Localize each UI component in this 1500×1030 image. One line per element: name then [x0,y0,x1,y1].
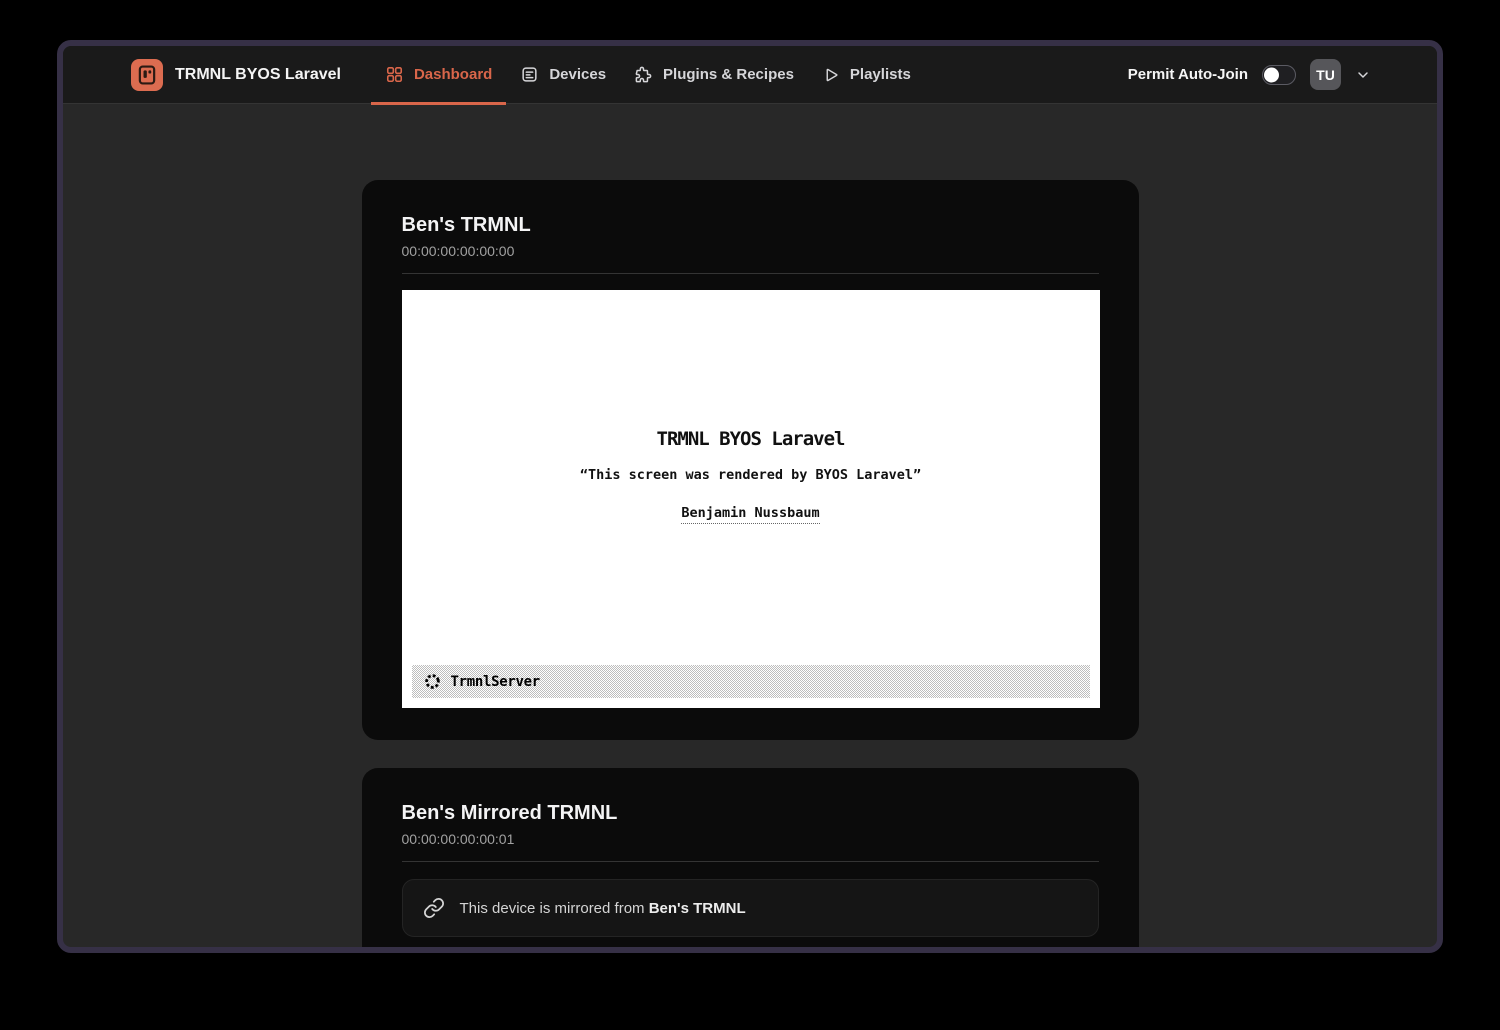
permit-auto-join-label: Permit Auto-Join [1128,66,1248,83]
screen-status-bar: TrmnlServer [412,665,1090,698]
mirror-text: This device is mirrored from Ben's TRMNL [460,900,746,917]
mirror-source-device: Ben's TRMNL [649,900,746,917]
tab-label: Playlists [850,66,911,83]
tab-dashboard[interactable]: Dashboard [371,46,506,104]
tab-plugins-recipes[interactable]: Plugins & Recipes [620,46,808,104]
main-content: Ben's TRMNL 00:00:00:00:00:00 TRMNL BYOS… [63,104,1437,947]
device-mac-address: 00:00:00:00:00:01 [402,831,1099,847]
tab-playlists[interactable]: Playlists [808,46,925,104]
eink-screen-preview: TRMNL BYOS Laravel “This screen was rend… [402,290,1100,708]
app-window: TRMNL BYOS Laravel Dashboard [57,40,1443,953]
screen-author: Benjamin Nussbaum [681,505,819,524]
device-name: Ben's Mirrored TRMNL [402,802,1099,825]
mirror-info-panel: This device is mirrored from Ben's TRMNL [402,879,1099,937]
device-mac-address: 00:00:00:00:00:00 [402,243,1099,259]
permit-auto-join-toggle[interactable] [1262,65,1296,85]
divider [402,273,1099,274]
device-list-icon [520,65,539,84]
nav-right: Permit Auto-Join TU [1128,59,1371,90]
screen-title: TRMNL BYOS Laravel [402,428,1100,450]
status-label: TrmnlServer [451,674,540,690]
nav-tabs: Dashboard Devices [371,46,925,104]
device-name: Ben's TRMNL [402,214,1099,237]
screen-content: TRMNL BYOS Laravel “This screen was rend… [402,290,1100,524]
desktop: { "nav": { "brand": "TRMNL BYOS Laravel"… [0,0,1500,1030]
device-card-bens-mirrored-trmnl: Ben's Mirrored TRMNL 00:00:00:00:00:01 T… [362,768,1139,947]
grid-icon [385,65,404,84]
spinner-icon [423,672,442,691]
link-icon [423,897,445,919]
toggle-knob [1264,67,1279,82]
device-card-bens-trmnl: Ben's TRMNL 00:00:00:00:00:00 TRMNL BYOS… [362,180,1139,740]
tab-devices[interactable]: Devices [506,46,620,104]
tab-label: Devices [549,66,606,83]
puzzle-icon [634,65,653,84]
divider [402,861,1099,862]
brand-title: TRMNL BYOS Laravel [175,66,341,84]
user-avatar[interactable]: TU [1310,59,1341,90]
chevron-down-icon[interactable] [1355,67,1371,83]
brand[interactable]: TRMNL BYOS Laravel [131,59,341,91]
top-nav: TRMNL BYOS Laravel Dashboard [63,46,1437,104]
tab-label: Plugins & Recipes [663,66,794,83]
trmnl-logo-icon [131,59,163,91]
screen-quote: “This screen was rendered by BYOS Larave… [402,467,1100,483]
play-icon [822,66,840,84]
tab-label: Dashboard [414,66,492,83]
